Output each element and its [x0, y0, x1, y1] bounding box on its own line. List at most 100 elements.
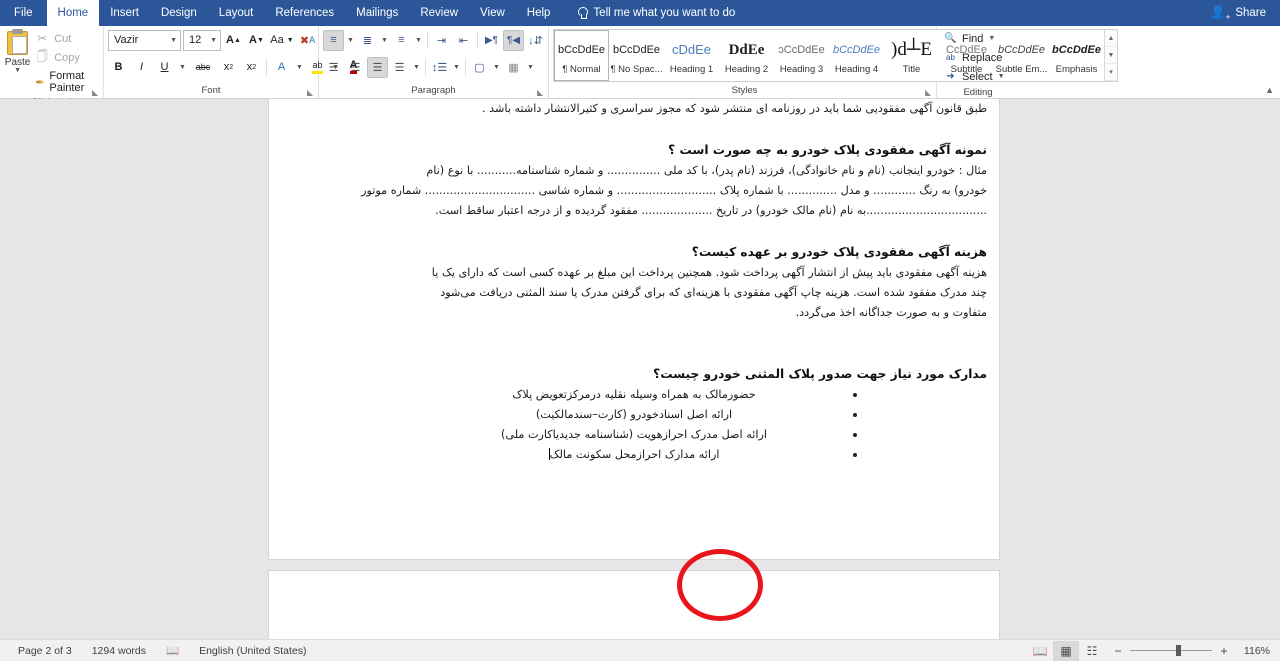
scroll-up-icon[interactable]: ▲ [1105, 30, 1117, 47]
paste-button[interactable]: Paste ▼ [4, 28, 31, 74]
tab-home[interactable]: Home [47, 0, 100, 26]
style-heading-2[interactable]: DdEe Heading 2 [719, 30, 774, 81]
align-center-icon[interactable]: ☰ [345, 57, 366, 78]
justify-icon[interactable]: ☰ [389, 57, 410, 78]
page-indicator[interactable]: Page 2 of 3 [8, 645, 82, 657]
language-indicator[interactable]: English (United States) [189, 645, 316, 657]
tab-references[interactable]: References [264, 0, 345, 26]
tab-design[interactable]: Design [150, 0, 208, 26]
justify-chevron-down-icon[interactable]: ▼ [411, 57, 422, 78]
tab-help[interactable]: Help [516, 0, 562, 26]
tell-me-search[interactable]: Tell me what you want to do [567, 0, 745, 26]
numbering-icon[interactable]: ≣ [357, 30, 378, 51]
numbering-chevron-down-icon[interactable]: ▼ [379, 30, 390, 51]
multilevel-list-icon[interactable]: ≡ [391, 30, 412, 51]
zoom-slider-thumb[interactable] [1176, 645, 1181, 656]
proofing-errors-icon[interactable]: 📖 [156, 644, 189, 657]
page-2[interactable]: طبق قانون آگهی مفقودیی شما باید در روزنا… [268, 99, 1000, 560]
chevron-down-icon[interactable]: ▼ [14, 68, 21, 74]
styles-dialog-launcher[interactable]: ◣ [925, 88, 934, 97]
multilevel-chevron-down-icon[interactable]: ▼ [413, 30, 424, 51]
style-heading-3[interactable]: ɔCcDdEe Heading 3 [774, 30, 829, 81]
clipboard-dialog-launcher[interactable]: ◣ [92, 88, 101, 97]
print-layout-view-button[interactable]: ▦ [1053, 641, 1079, 661]
borders-chevron-down-icon[interactable]: ▼ [525, 57, 536, 78]
shading-chevron-down-icon[interactable]: ▼ [491, 57, 502, 78]
superscript-button[interactable]: x2 [241, 57, 262, 78]
shrink-font-button[interactable]: A▼ [246, 30, 267, 51]
doc-paragraph: ..................................به نام… [281, 201, 987, 221]
subscript-button[interactable]: x2 [218, 57, 239, 78]
divider [266, 59, 267, 76]
bullets-chevron-down-icon[interactable]: ▼ [345, 30, 356, 51]
right-to-left-icon[interactable]: ¶◀ [503, 30, 524, 51]
zoom-level-label[interactable]: 116% [1236, 645, 1270, 657]
replace-button[interactable]: ab Replace [941, 49, 1005, 66]
style-heading-4[interactable]: bCcDdEe Heading 4 [829, 30, 884, 81]
tab-insert[interactable]: Insert [99, 0, 150, 26]
tab-layout[interactable]: Layout [208, 0, 265, 26]
font-size-combo[interactable]: 12 ▼ [183, 30, 221, 51]
style-normal[interactable]: bCcDdEe ¶ Normal [554, 30, 609, 81]
left-to-right-icon[interactable]: ▶¶ [481, 30, 502, 51]
status-bar: Page 2 of 3 1294 words 📖 English (United… [0, 639, 1280, 661]
style-no-spacing[interactable]: bCcDdEe ¶ No Spac... [609, 30, 664, 81]
zoom-control[interactable]: − + 116% [1113, 644, 1270, 658]
underline-button[interactable]: U [154, 57, 175, 78]
doc-paragraph: مثال : خودرو اینجانب (نام و نام خانوادگی… [281, 161, 987, 181]
tab-review[interactable]: Review [409, 0, 469, 26]
style-label: ¶ No Spac... [610, 64, 662, 75]
share-button[interactable]: 👤+ Share [1205, 0, 1272, 26]
strikethrough-button[interactable]: abc [190, 57, 216, 78]
line-spacing-chevron-down-icon[interactable]: ▼ [451, 57, 462, 78]
page-3[interactable] [268, 570, 1000, 639]
italic-button[interactable]: I [131, 57, 152, 78]
chevron-up-icon[interactable]: ▲ [1265, 85, 1274, 95]
format-painter-button[interactable]: ✒ Format Painter [31, 69, 99, 95]
read-mode-view-button[interactable]: 📖 [1027, 641, 1053, 661]
clear-formatting-icon[interactable]: ✖A [297, 30, 318, 51]
font-dialog-launcher[interactable]: ◣ [307, 88, 316, 97]
style-preview: bCcDdEe [833, 37, 880, 63]
style-label: Title [903, 64, 921, 75]
bold-button[interactable]: B [108, 57, 129, 78]
sort-icon[interactable]: ↓⇵ [525, 30, 546, 51]
styles-more-icon[interactable]: ▾ [1105, 64, 1117, 81]
bullets-icon[interactable]: ≡ [323, 30, 344, 51]
tab-mailings[interactable]: Mailings [345, 0, 409, 26]
change-case-button[interactable]: Aa▼ [269, 30, 295, 51]
style-emphasis[interactable]: bCcDdEe Emphasis [1049, 30, 1104, 81]
style-heading-1[interactable]: cDdEe Heading 1 [664, 30, 719, 81]
document-canvas[interactable]: طبق قانون آگهی مفقودیی شما باید در روزنا… [0, 99, 1280, 639]
select-button[interactable]: ➜ Select ▼ [941, 68, 1008, 85]
find-button[interactable]: 🔍 Find ▼ [941, 30, 998, 47]
cut-button[interactable]: ✂ Cut [31, 31, 99, 46]
list-item: ارائه مدارک احرازمحل سکونت مالک [281, 445, 987, 465]
decrease-indent-icon[interactable]: ⇥ [431, 30, 452, 51]
underline-options-chevron-down-icon[interactable]: ▼ [177, 57, 188, 78]
text-effects-button[interactable]: A [271, 57, 292, 78]
zoom-in-button[interactable]: + [1219, 644, 1229, 658]
align-right-icon[interactable]: ☰ [367, 57, 388, 78]
copy-button[interactable]: 🗍 Copy [31, 47, 99, 68]
styles-gallery-scrollbar[interactable]: ▲ ▼ ▾ [1104, 30, 1117, 81]
scroll-down-icon[interactable]: ▼ [1105, 47, 1117, 64]
list-item-text: حضورمالک به همراه وسیله نقلیه درمرکزتعوی… [512, 385, 755, 405]
borders-icon[interactable]: ▦ [503, 57, 524, 78]
line-spacing-icon[interactable]: ↕☰ [429, 57, 450, 78]
zoom-slider-track[interactable] [1130, 650, 1212, 651]
style-title[interactable]: )d┴E Title [884, 30, 939, 81]
bullet-dot-icon [853, 393, 857, 397]
font-name-combo[interactable]: Vazir ▼ [108, 30, 181, 51]
paragraph-dialog-launcher[interactable]: ◣ [537, 88, 546, 97]
grow-font-button[interactable]: A▲ [223, 30, 244, 51]
tab-file[interactable]: File [0, 0, 47, 26]
text-effects-chevron-down-icon[interactable]: ▼ [294, 57, 305, 78]
shading-icon[interactable]: ▢ [469, 57, 490, 78]
tab-view[interactable]: View [469, 0, 516, 26]
zoom-out-button[interactable]: − [1113, 644, 1123, 658]
word-count[interactable]: 1294 words [82, 645, 156, 657]
web-layout-view-button[interactable]: ☷ [1079, 641, 1105, 661]
align-left-icon[interactable]: ☰ [323, 57, 344, 78]
increase-indent-icon[interactable]: ⇤ [453, 30, 474, 51]
